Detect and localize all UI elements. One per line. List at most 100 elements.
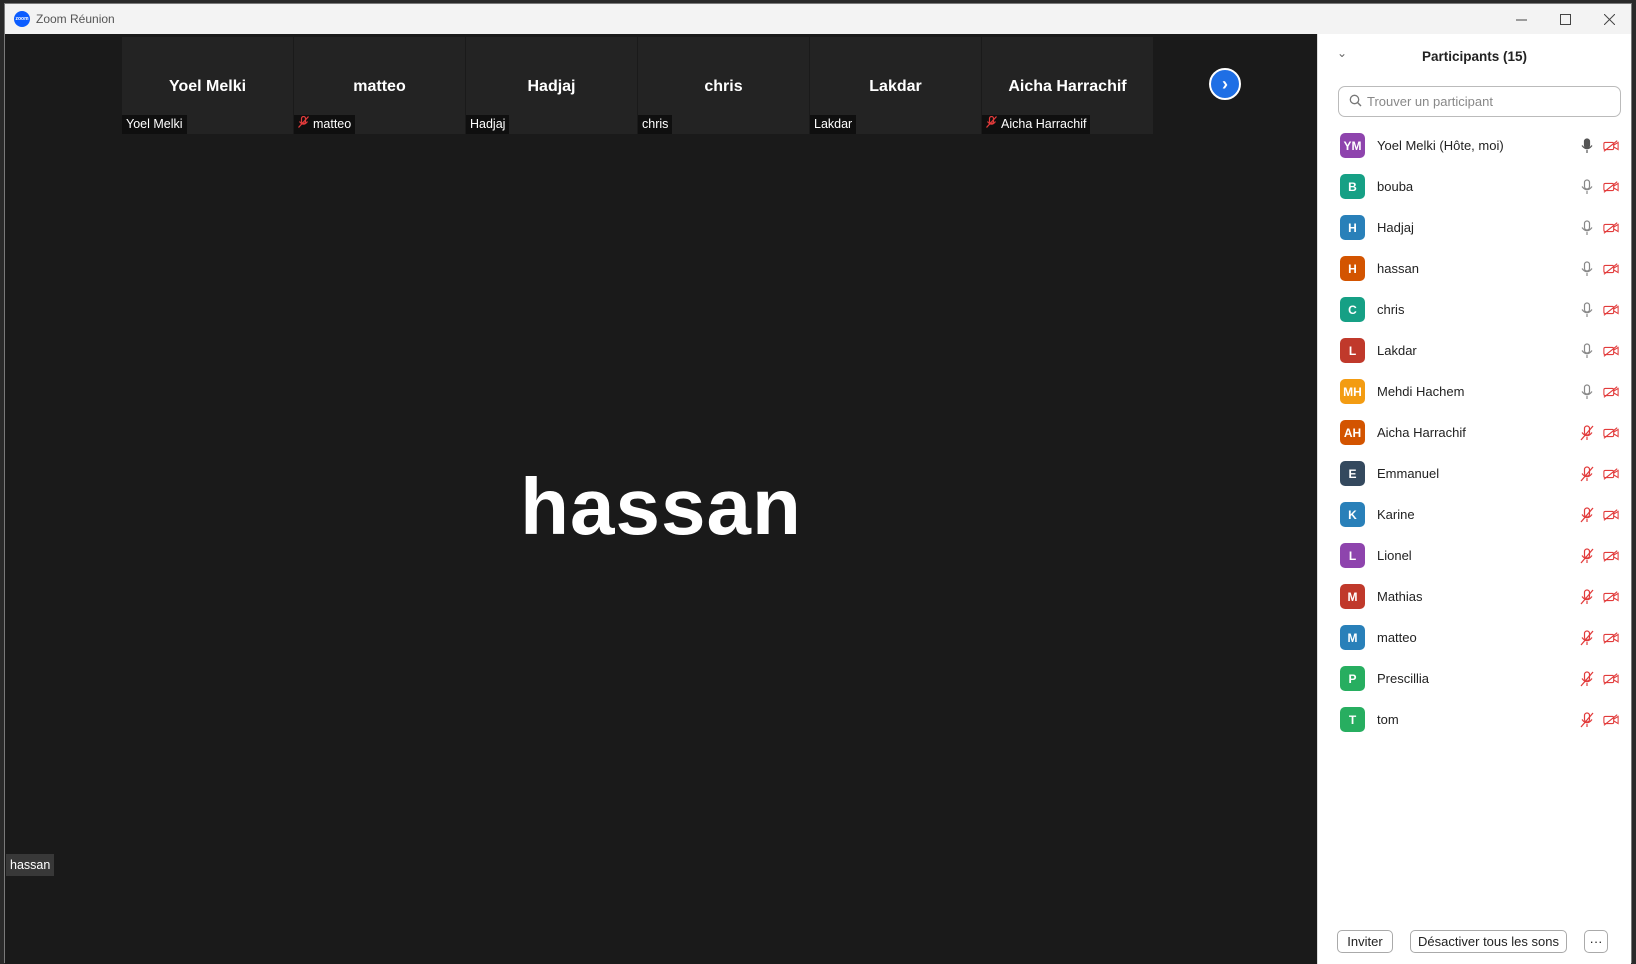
participant-status-icons (1579, 260, 1619, 277)
search-icon (1349, 94, 1362, 110)
thumbnail-name: Lakdar (869, 78, 922, 95)
participant-name: Mehdi Hachem (1377, 384, 1465, 399)
active-speaker-name: hassan (520, 462, 802, 551)
participant-row[interactable]: Bbouba (1318, 166, 1631, 207)
active-speaker-label: hassan (6, 854, 55, 876)
video-off-icon[interactable] (1603, 589, 1619, 605)
microphone-icon[interactable] (1579, 219, 1595, 236)
thumbnail-label: Hadjaj (466, 115, 510, 134)
video-thumbnail[interactable]: Hadjaj Hadjaj (466, 37, 637, 134)
avatar: M (1340, 584, 1365, 609)
microphone-icon[interactable] (1579, 383, 1595, 400)
maximize-button[interactable] (1543, 4, 1587, 34)
next-page-button[interactable]: › (1209, 68, 1241, 100)
maximize-icon (1559, 13, 1571, 25)
participant-name: Lakdar (1377, 343, 1417, 358)
mic-muted-icon[interactable] (1579, 629, 1595, 646)
participant-row[interactable]: P Prescillia (1318, 658, 1631, 699)
thumbnail-label-text: matteo (313, 117, 352, 131)
participant-status-icons (1579, 629, 1619, 646)
video-off-icon[interactable] (1603, 302, 1619, 318)
participant-row[interactable]: Hhassan (1318, 248, 1631, 289)
video-off-icon[interactable] (1603, 384, 1619, 400)
participant-row[interactable]: K Karine (1318, 494, 1631, 535)
participant-list: YM Yoel Melki (Hôte, moi) Bbouba H Hadjaj Hha… (1318, 125, 1631, 740)
participant-search-input[interactable]: Trouver un participant (1338, 86, 1621, 117)
participant-name: bouba (1377, 179, 1414, 194)
video-off-icon[interactable] (1603, 712, 1619, 728)
panel-title: Participants (15) (1421, 48, 1528, 64)
close-button[interactable] (1587, 4, 1631, 34)
participant-row[interactable]: L Lionel (1318, 535, 1631, 576)
video-off-icon[interactable] (1603, 507, 1619, 523)
participant-row[interactable]: E Emmanuel (1318, 453, 1631, 494)
participant-row[interactable]: YM Yoel Melki (Hôte, moi) (1318, 125, 1631, 166)
participant-row[interactable]: M Mathias (1318, 576, 1631, 617)
mute-all-button[interactable]: Désactiver tous les sons (1410, 930, 1567, 953)
participant-name: chris (1377, 302, 1405, 317)
participant-status-icons (1579, 424, 1619, 441)
participant-name: Prescillia (1377, 671, 1430, 686)
thumbnail-strip: Yoel Melki Yoel Melki matteo matteo Hadjaj Ha… (122, 37, 1154, 134)
mic-muted-icon (986, 115, 997, 134)
microphone-icon[interactable] (1579, 137, 1595, 154)
microphone-icon[interactable] (1579, 178, 1595, 195)
thumbnail-label-text: chris (642, 117, 669, 131)
mic-muted-icon[interactable] (1579, 588, 1595, 605)
mic-muted-icon[interactable] (1579, 465, 1595, 482)
video-off-icon[interactable] (1603, 138, 1619, 154)
video-off-icon[interactable] (1603, 548, 1619, 564)
mic-muted-icon[interactable] (1579, 424, 1595, 441)
avatar: L (1340, 543, 1365, 568)
participant-status-icons (1579, 178, 1619, 195)
avatar: T (1340, 707, 1365, 732)
avatar: M (1340, 625, 1365, 650)
video-thumbnail[interactable]: Yoel Melki Yoel Melki (122, 37, 293, 134)
avatar: AH (1340, 420, 1365, 445)
participant-status-icons (1579, 547, 1619, 564)
thumbnail-label-text: Hadjaj (470, 117, 506, 131)
video-off-icon[interactable] (1603, 343, 1619, 359)
microphone-icon[interactable] (1579, 260, 1595, 277)
panel-header: ⌄ Participants (15) (1318, 34, 1631, 78)
mic-muted-icon[interactable] (1579, 670, 1595, 687)
participant-row[interactable]: MH Mehdi Hachem (1318, 371, 1631, 412)
video-thumbnail[interactable]: Aicha Harrachif Aicha Harrachif (982, 37, 1153, 134)
participant-row[interactable]: Ttom (1318, 699, 1631, 740)
participant-row[interactable]: L Lakdar (1318, 330, 1631, 371)
thumbnail-label-text: Yoel Melki (126, 117, 183, 131)
video-off-icon[interactable] (1603, 425, 1619, 441)
participant-name: Emmanuel (1377, 466, 1440, 481)
participant-status-icons (1579, 465, 1619, 482)
video-thumbnail[interactable]: Lakdar Lakdar (810, 37, 981, 134)
participant-status-icons (1579, 588, 1619, 605)
minimize-button[interactable] (1499, 4, 1543, 34)
microphone-icon[interactable] (1579, 301, 1595, 318)
invite-button[interactable]: Inviter (1337, 930, 1393, 953)
thumbnail-name: matteo (353, 78, 406, 95)
participant-row[interactable]: H Hadjaj (1318, 207, 1631, 248)
video-off-icon[interactable] (1603, 466, 1619, 482)
participant-name: Hadjaj (1377, 220, 1414, 235)
participant-status-icons (1579, 711, 1619, 728)
microphone-icon[interactable] (1579, 342, 1595, 359)
more-options-button[interactable]: ··· (1584, 930, 1608, 953)
mic-muted-icon[interactable] (1579, 506, 1595, 523)
avatar: P (1340, 666, 1365, 691)
video-off-icon[interactable] (1603, 630, 1619, 646)
video-thumbnail[interactable]: matteo matteo (294, 37, 465, 134)
video-thumbnail[interactable]: chris chris (638, 37, 809, 134)
participant-row[interactable]: Cchris (1318, 289, 1631, 330)
participant-name: Lionel (1377, 548, 1412, 563)
video-off-icon[interactable] (1603, 220, 1619, 236)
avatar: YM (1340, 133, 1365, 158)
mic-muted-icon[interactable] (1579, 547, 1595, 564)
mic-muted-icon[interactable] (1579, 711, 1595, 728)
video-off-icon[interactable] (1603, 671, 1619, 687)
participant-row[interactable]: AH Aicha Harrachif (1318, 412, 1631, 453)
video-off-icon[interactable] (1603, 179, 1619, 195)
panel-footer: Inviter Désactiver tous les sons ··· (1318, 930, 1631, 954)
video-off-icon[interactable] (1603, 261, 1619, 277)
chevron-down-icon[interactable]: ⌄ (1337, 46, 1347, 60)
participant-row[interactable]: Mmatteo (1318, 617, 1631, 658)
